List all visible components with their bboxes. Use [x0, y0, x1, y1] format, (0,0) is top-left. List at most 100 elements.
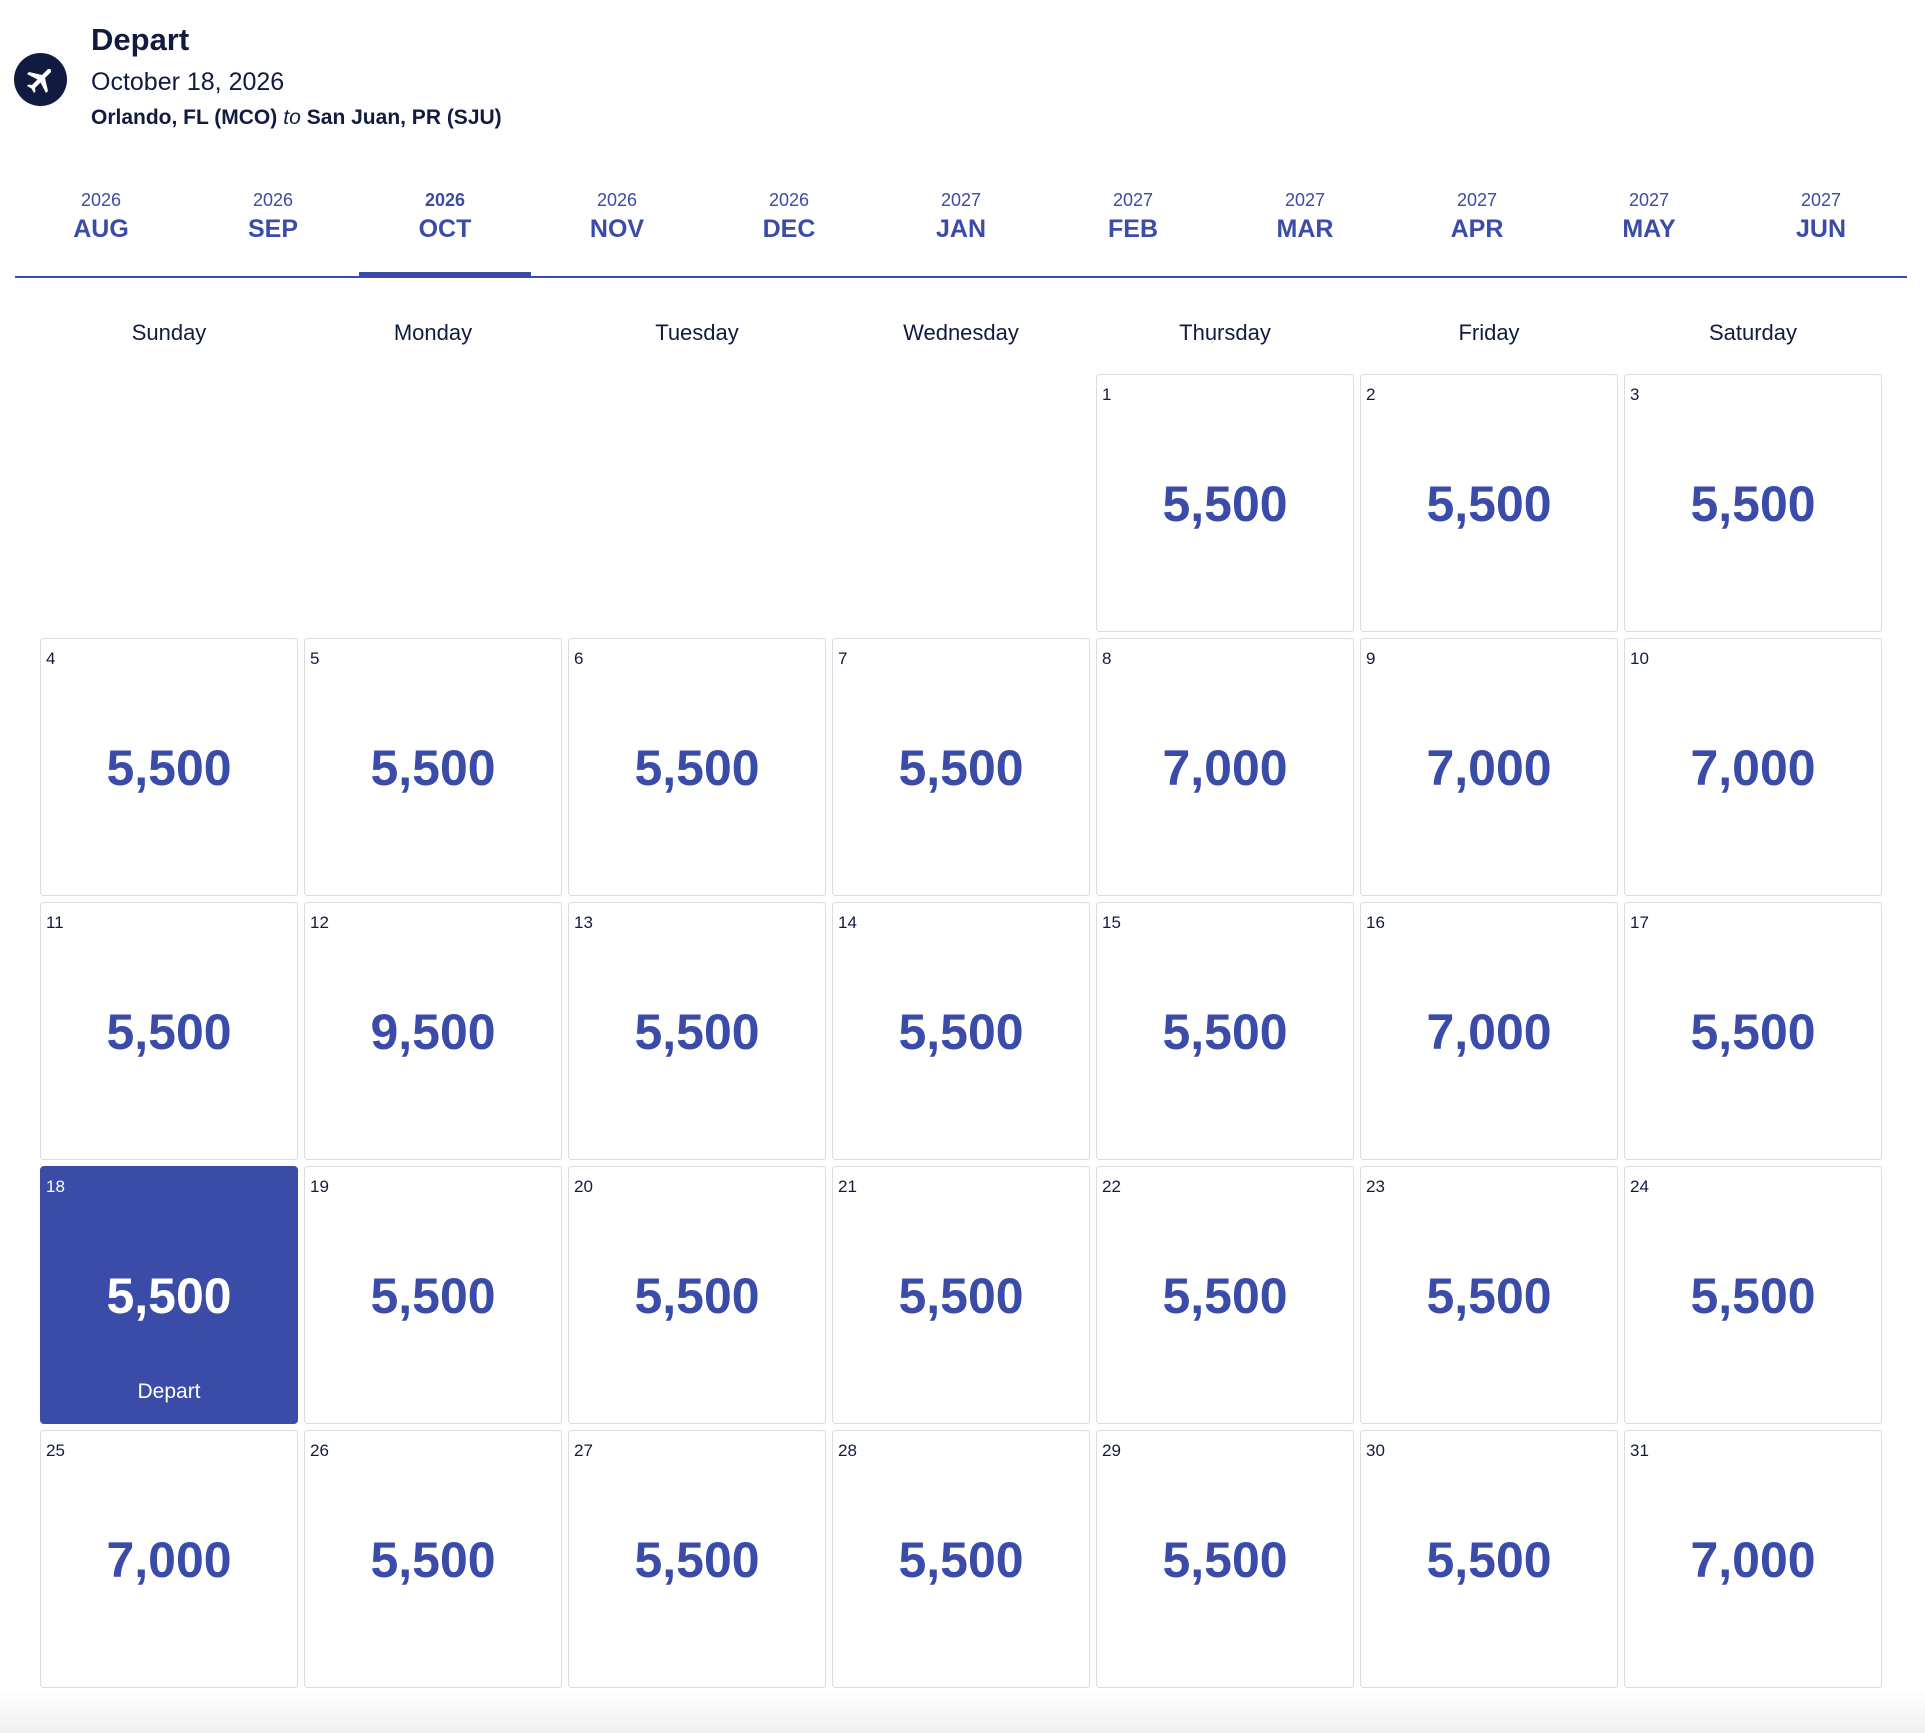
weekday-friday: Friday	[1458, 320, 1520, 345]
day-number: 7	[838, 649, 848, 668]
fare-points: 7,000	[1690, 740, 1816, 796]
tab-month-dec-2026[interactable]: 2026 DEC	[703, 176, 875, 276]
airplane-glyph	[26, 68, 51, 93]
fare-points: 7,000	[1162, 740, 1288, 796]
day-cell-11[interactable]: 11 5,500	[40, 902, 298, 1160]
fare-points: 5,500	[370, 740, 496, 796]
tab-year-label: 2026	[424, 190, 466, 210]
day-cell-12[interactable]: 12 9,500	[304, 902, 562, 1160]
tab-month-aug-2026[interactable]: 2026 AUG	[15, 176, 187, 276]
tab-year-label: 2027	[940, 190, 982, 210]
tab-month-feb-2027[interactable]: 2027 FEB	[1047, 176, 1219, 276]
route-summary: Orlando, FL (MCO) to San Juan, PR (SJU)	[91, 106, 502, 130]
tab-year-label: 2026	[596, 190, 638, 210]
fare-points: 7,000	[1426, 1004, 1552, 1060]
fare-points: 7,000	[1426, 740, 1552, 796]
day-number: 4	[46, 649, 56, 668]
day-number: 26	[310, 1441, 329, 1460]
day-cell-8[interactable]: 8 7,000	[1096, 638, 1354, 896]
fare-points: 5,500	[1690, 476, 1816, 532]
tab-month-mar-2027[interactable]: 2027 MAR	[1219, 176, 1391, 276]
day-cell-26[interactable]: 26 5,500	[304, 1430, 562, 1688]
fare-points: 5,500	[634, 1532, 760, 1588]
day-cell-20[interactable]: 20 5,500	[568, 1166, 826, 1424]
fare-points: 5,500	[634, 740, 760, 796]
fare-points: 5,500	[370, 1532, 496, 1588]
day-cell-31[interactable]: 31 7,000	[1624, 1430, 1882, 1688]
fare-points: 5,500	[898, 1268, 1024, 1324]
weekday-tuesday: Tuesday	[655, 320, 739, 345]
fare-points: 5,500	[898, 1004, 1024, 1060]
day-number: 25	[46, 1441, 65, 1460]
fare-points: 5,500	[1162, 1268, 1288, 1324]
day-cell-15[interactable]: 15 5,500	[1096, 902, 1354, 1160]
day-cell-24[interactable]: 24 5,500	[1624, 1166, 1882, 1424]
day-number: 5	[310, 649, 320, 668]
tab-month-may-2027[interactable]: 2027 MAY	[1563, 176, 1735, 276]
tab-month-sep-2026[interactable]: 2026 SEP	[187, 176, 359, 276]
day-cell-7[interactable]: 7 5,500	[832, 638, 1090, 896]
day-number: 17	[1630, 913, 1649, 932]
day-cell-17[interactable]: 17 5,500	[1624, 902, 1882, 1160]
empty-day-cell	[304, 374, 562, 632]
day-number: 22	[1102, 1177, 1121, 1196]
day-number: 31	[1630, 1441, 1649, 1460]
day-cell-22[interactable]: 22 5,500	[1096, 1166, 1354, 1424]
day-cell-2[interactable]: 2 5,500	[1360, 374, 1618, 632]
day-cell-1[interactable]: 1 5,500	[1096, 374, 1354, 632]
fare-points: 5,500	[898, 740, 1024, 796]
day-number: 18	[46, 1177, 65, 1196]
day-cell-28[interactable]: 28 5,500	[832, 1430, 1090, 1688]
day-number: 27	[574, 1441, 593, 1460]
fare-points: 5,500	[106, 740, 232, 796]
fare-points: 5,500	[370, 1268, 496, 1324]
weekday-header-row: Sunday Monday Tuesday Wednesday Thursday Frid…	[40, 320, 1884, 356]
fare-points: 7,000	[106, 1532, 232, 1588]
day-cell-23[interactable]: 23 5,500	[1360, 1166, 1618, 1424]
weekday-saturday: Saturday	[1708, 320, 1798, 345]
day-number: 21	[838, 1177, 857, 1196]
empty-day-cell	[40, 374, 298, 632]
tab-month-oct-2026[interactable]: 2026 OCT	[359, 176, 531, 278]
weekday-monday: Monday	[393, 320, 473, 345]
day-number: 16	[1366, 913, 1385, 932]
day-cell-25[interactable]: 25 7,000	[40, 1430, 298, 1688]
fare-points: 5,500	[1690, 1004, 1816, 1060]
tab-month-nov-2026[interactable]: 2026 NOV	[531, 176, 703, 276]
empty-day-cell	[832, 374, 1090, 632]
weekday-thursday: Thursday	[1179, 320, 1271, 345]
day-number: 20	[574, 1177, 593, 1196]
day-cell-16[interactable]: 16 7,000	[1360, 902, 1618, 1160]
tab-month-label: MAY	[1622, 215, 1676, 243]
page-title: Depart	[91, 22, 190, 57]
day-cell-14[interactable]: 14 5,500	[832, 902, 1090, 1160]
day-cell-30[interactable]: 30 5,500	[1360, 1430, 1618, 1688]
tab-year-label: 2027	[1800, 190, 1842, 210]
day-cell-13[interactable]: 13 5,500	[568, 902, 826, 1160]
day-cell-10[interactable]: 10 7,000	[1624, 638, 1882, 896]
calendar-grid: 1 5,500 2 5,500 3 5,500 4 5,500 5 5,500 6 5,500 7 5,5…	[40, 374, 1884, 1688]
day-number: 28	[838, 1441, 857, 1460]
day-cell-27[interactable]: 27 5,500	[568, 1430, 826, 1688]
day-cell-6[interactable]: 6 5,500	[568, 638, 826, 896]
tab-month-label: MAR	[1276, 215, 1334, 243]
day-cell-5[interactable]: 5 5,500	[304, 638, 562, 896]
tab-month-jan-2027[interactable]: 2027 JAN	[875, 176, 1047, 276]
tab-month-apr-2027[interactable]: 2027 APR	[1391, 176, 1563, 276]
day-cell-21[interactable]: 21 5,500	[832, 1166, 1090, 1424]
day-number: 19	[310, 1177, 329, 1196]
selected-date: October 18, 2026	[91, 68, 285, 96]
day-cell-19[interactable]: 19 5,500	[304, 1166, 562, 1424]
day-cell-4[interactable]: 4 5,500	[40, 638, 298, 896]
tab-year-label: 2027	[1284, 190, 1326, 210]
fare-points: 5,500	[1690, 1268, 1816, 1324]
day-cell-3[interactable]: 3 5,500	[1624, 374, 1882, 632]
day-cell-29[interactable]: 29 5,500	[1096, 1430, 1354, 1688]
route-separator: to	[283, 106, 301, 129]
fare-points: 9,500	[370, 1004, 496, 1060]
tab-month-label: JAN	[935, 215, 986, 243]
day-cell-18[interactable]: 18 5,500 Depart	[40, 1166, 298, 1424]
day-number: 15	[1102, 913, 1121, 932]
day-cell-9[interactable]: 9 7,000	[1360, 638, 1618, 896]
tab-month-jun-2027[interactable]: 2027 JUN	[1735, 176, 1907, 276]
